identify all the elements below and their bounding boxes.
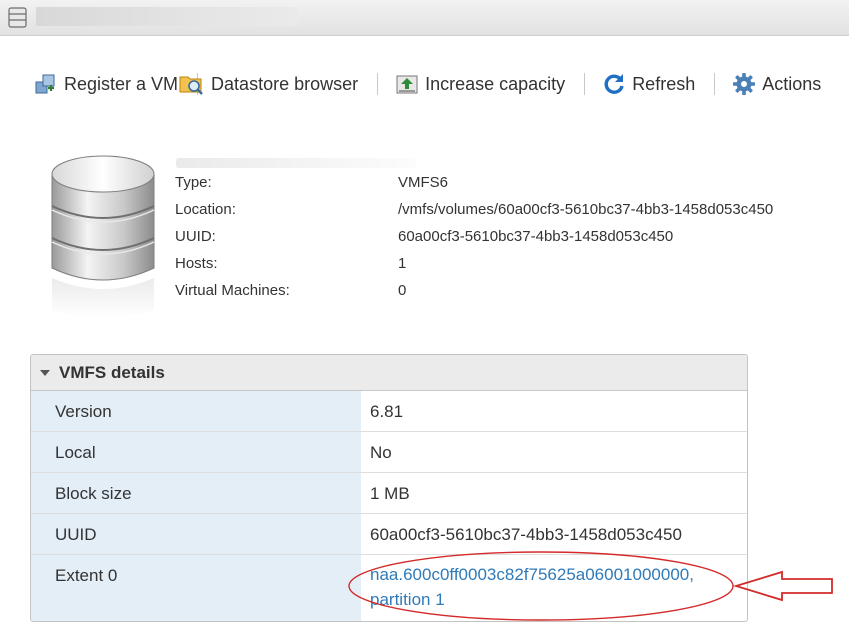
- actions-button[interactable]: Actions: [732, 72, 821, 96]
- vms-value: 0: [398, 282, 407, 299]
- collapse-caret-icon[interactable]: [40, 369, 50, 376]
- vmfs-details-header[interactable]: VMFS details: [31, 355, 747, 391]
- location-label: Location:: [175, 201, 236, 218]
- table-row: Local No: [31, 432, 747, 473]
- row-value: 1 MB: [370, 484, 410, 503]
- increase-capacity-icon: [396, 75, 418, 94]
- uuid-label: UUID:: [175, 228, 216, 245]
- toolbar-divider: [377, 73, 379, 95]
- row-key: UUID: [31, 514, 361, 554]
- extent-link[interactable]: naa.600c0ff0003c82f75625a06001000000, pa…: [361, 555, 747, 621]
- hosts-label: Hosts:: [175, 255, 218, 272]
- hosts-value: 1: [398, 255, 407, 272]
- table-row: Extent 0 naa.600c0ff0003c82f75625a060010…: [31, 555, 747, 621]
- gear-icon: [733, 73, 756, 95]
- vmfs-details-panel: VMFS details Version 6.81 Local No Block…: [30, 354, 748, 622]
- register-vm-icon: [35, 74, 55, 94]
- table-row: UUID 60a00cf3-5610bc37-4bb3-1458d053c450: [31, 514, 747, 555]
- refresh-button[interactable]: Refresh: [602, 72, 695, 96]
- toolbar-divider: [714, 73, 716, 95]
- toolbar: Register a VM Datastore browser Increase…: [34, 68, 821, 100]
- annotation-arrow: [732, 570, 833, 602]
- row-key: Extent 0: [31, 555, 361, 621]
- refresh-icon: [604, 74, 624, 94]
- type-value: VMFS6: [398, 174, 449, 191]
- title-bar: [0, 0, 849, 36]
- redacted-name: [176, 158, 416, 168]
- table-row: Version 6.81: [31, 391, 747, 432]
- actions-label: Actions: [762, 73, 822, 94]
- row-value: No: [370, 443, 392, 462]
- increase-capacity-button[interactable]: Increase capacity: [395, 73, 565, 95]
- uuid-value: 60a00cf3-5610bc37-4bb3-1458d053c450: [398, 228, 674, 245]
- datastore-browser-icon: [179, 76, 203, 95]
- increase-capacity-label: Increase capacity: [425, 73, 566, 94]
- row-value: 60a00cf3-5610bc37-4bb3-1458d053c450: [370, 525, 682, 544]
- toolbar-divider: [584, 73, 586, 95]
- datastore-icon: [51, 155, 155, 318]
- extent-partition[interactable]: partition 1: [370, 587, 747, 612]
- row-key: Local: [31, 432, 361, 472]
- register-vm-button[interactable]: Register a VM: [34, 73, 178, 95]
- datastore-browser-label: Datastore browser: [211, 73, 359, 94]
- row-key: Block size: [31, 473, 361, 513]
- refresh-label: Refresh: [632, 73, 696, 94]
- vms-label: Virtual Machines:: [175, 282, 290, 299]
- table-row: Block size 1 MB: [31, 473, 747, 514]
- register-vm-label: Register a VM: [64, 73, 179, 94]
- datastore-browser-button[interactable]: Datastore browser: [179, 72, 358, 96]
- redacted-datastore-name: [36, 7, 298, 26]
- vmfs-details-title: VMFS details: [59, 362, 165, 382]
- extent-device-id[interactable]: naa.600c0ff0003c82f75625a06001000000,: [370, 562, 747, 587]
- type-label: Type:: [175, 174, 212, 191]
- datastore-icon: [8, 7, 27, 28]
- row-key: Version: [31, 391, 361, 431]
- row-value: 6.81: [370, 402, 404, 421]
- location-value: /vmfs/volumes/60a00cf3-5610bc37-4bb3-145…: [398, 201, 774, 218]
